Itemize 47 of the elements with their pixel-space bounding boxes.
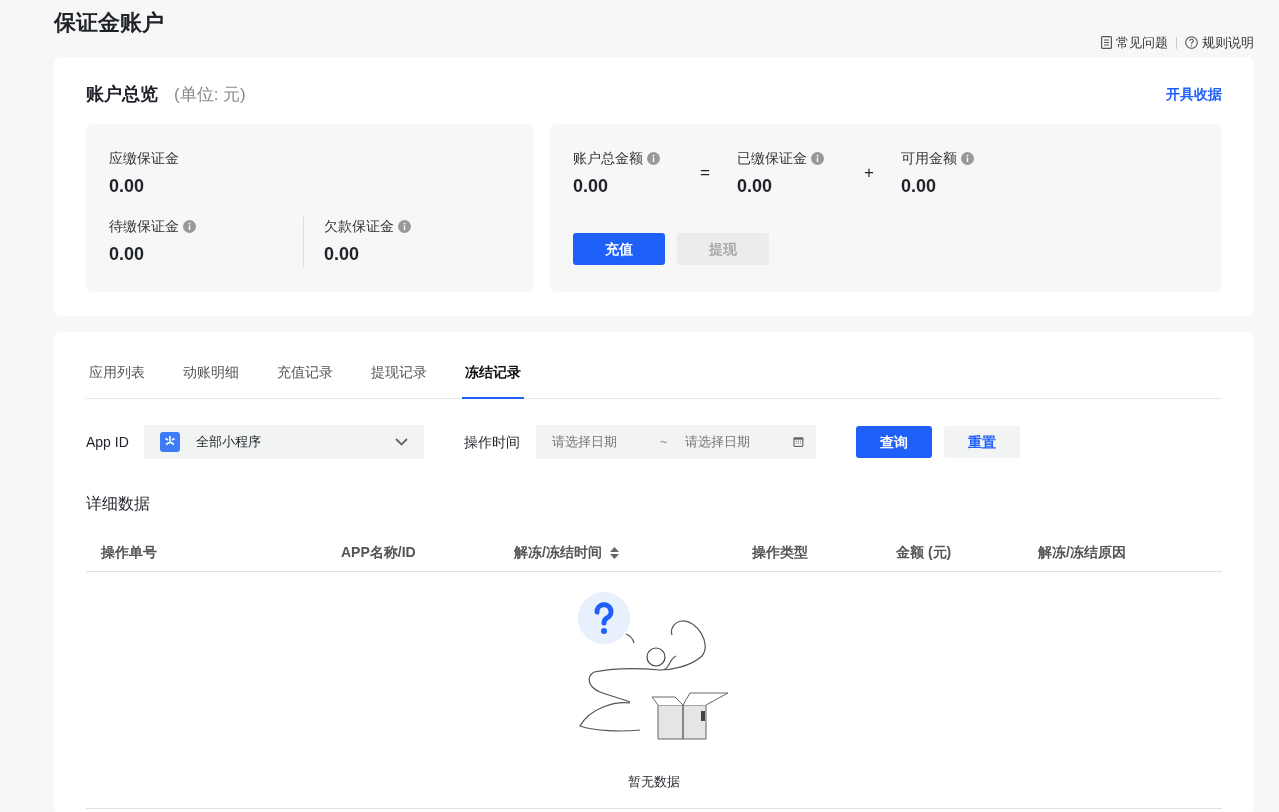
end-date-field[interactable]: 请选择日期 xyxy=(683,431,794,453)
document-icon xyxy=(1101,36,1112,49)
calendar-icon xyxy=(793,435,804,449)
amount-label: 欠款保证金 xyxy=(324,217,394,236)
amount-value: 0.00 xyxy=(109,243,146,266)
column-header: 解冻/冻结原因 xyxy=(1038,543,1127,562)
filter-label: 操作时间 xyxy=(464,432,521,452)
amount-label: 待缴保证金 xyxy=(109,217,179,236)
amount-value: 0.00 xyxy=(573,175,610,198)
help-icon xyxy=(1185,36,1198,49)
empty-text: 暂无数据 xyxy=(628,773,680,791)
section-heading: 详细数据 xyxy=(86,494,151,514)
column-header: APP名称/ID xyxy=(341,543,417,562)
due-label: 应缴保证金 xyxy=(109,149,180,168)
amount-label: 账户总金额 xyxy=(573,149,643,168)
amount-value: 0.00 xyxy=(901,175,938,198)
due-value: 0.00 xyxy=(109,175,146,198)
operator-symbol: + xyxy=(864,162,875,184)
amount-value: 0.00 xyxy=(737,175,774,198)
app-icon xyxy=(160,432,180,452)
column-header: 操作类型 xyxy=(752,543,809,562)
amount-label: 可用金额 xyxy=(901,149,957,168)
column-header: 操作单号 xyxy=(101,543,158,562)
app-select[interactable]: 全部小程序 xyxy=(144,425,424,459)
column-header: 金额 (元) xyxy=(896,543,953,562)
tab[interactable]: 提现记录 xyxy=(368,350,430,399)
section-title: 账户总览 xyxy=(86,83,158,106)
tab[interactable]: 充值记录 xyxy=(274,350,336,399)
chevron-down-icon xyxy=(395,438,408,446)
range-separator: ~ xyxy=(660,434,668,451)
operator-symbol: = xyxy=(700,162,711,184)
page-title: 保证金账户 xyxy=(54,12,164,37)
help-link[interactable]: 常见问题 xyxy=(1101,32,1168,53)
reset-button[interactable]: 重置 xyxy=(944,426,1020,458)
query-button[interactable]: 查询 xyxy=(856,426,932,458)
receipt-link[interactable]: 开具收据 xyxy=(1166,84,1222,105)
unit-label: (单位: 元) xyxy=(174,84,246,106)
tab[interactable]: 动账明细 xyxy=(180,350,242,399)
recharge-button[interactable]: 充值 xyxy=(573,233,665,265)
amount-value: 0.00 xyxy=(324,243,361,266)
help-link[interactable]: 规则说明 xyxy=(1185,32,1254,53)
column-header: 解冻/冻结时间 xyxy=(514,543,602,562)
start-date-field[interactable]: 请选择日期 xyxy=(550,431,660,453)
amount-label: 已缴保证金 xyxy=(737,149,807,168)
tab[interactable]: 冻结记录 xyxy=(462,350,524,399)
tab[interactable]: 应用列表 xyxy=(86,350,148,399)
filter-label: App ID xyxy=(86,432,130,452)
